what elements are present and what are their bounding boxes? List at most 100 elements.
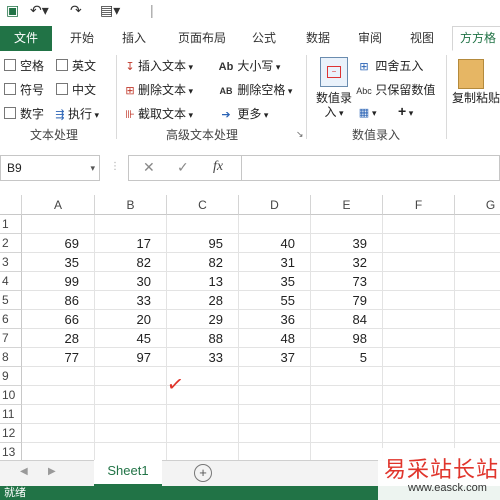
keep-values-button[interactable]: Abc 只保留数值 (356, 81, 435, 98)
tab-page-layout[interactable]: 页面布局 (168, 26, 236, 51)
row-header[interactable]: 12 (0, 424, 22, 443)
grid-cell[interactable] (455, 272, 500, 291)
undo-icon[interactable]: ↶▾ (30, 2, 49, 19)
grid-cell[interactable] (383, 386, 455, 405)
row-header[interactable]: 9 (0, 367, 22, 386)
plus-button[interactable]: + ▾ (398, 103, 413, 119)
grid-cell[interactable]: 69 (22, 234, 95, 253)
grid-cell[interactable]: 82 (95, 253, 167, 272)
grid-cell[interactable]: 20 (95, 310, 167, 329)
row-header[interactable]: 10 (0, 386, 22, 405)
grid-cell[interactable] (95, 386, 167, 405)
row-header[interactable]: 7 (0, 329, 22, 348)
grid-cell[interactable] (239, 424, 311, 443)
sheet-tab[interactable]: Sheet1 (94, 460, 162, 486)
grid-cell[interactable] (167, 424, 239, 443)
drag-handle-icon[interactable]: ⋮ (110, 161, 120, 172)
grid-cell[interactable]: 48 (239, 329, 311, 348)
grid-cell[interactable]: 73 (311, 272, 383, 291)
row-header[interactable]: 8 (0, 348, 22, 367)
grid-cell[interactable]: 28 (22, 329, 95, 348)
grid-cell[interactable]: 32 (311, 253, 383, 272)
formula-input[interactable] (242, 155, 500, 181)
dialog-launcher-icon[interactable]: ↘ (296, 129, 304, 140)
tab-fangfangge[interactable]: 方方格 (452, 26, 500, 51)
grid-cell[interactable]: 82 (167, 253, 239, 272)
grid-cell[interactable] (455, 291, 500, 310)
select-all-corner[interactable] (0, 195, 22, 215)
add-sheet-icon[interactable]: + (194, 464, 212, 482)
more-button[interactable]: ➔ 更多 ▾ (218, 105, 268, 122)
grid-cell[interactable]: 97 (95, 348, 167, 367)
grid-cell[interactable]: 98 (311, 329, 383, 348)
number-checkbox[interactable]: 数字 (4, 105, 44, 122)
column-header[interactable]: A (22, 195, 95, 215)
tab-insert[interactable]: 插入 (110, 26, 158, 51)
extract-text-button[interactable]: ⊪ 截取文本 ▾ (122, 105, 193, 122)
grid-cell[interactable]: 17 (95, 234, 167, 253)
grid-cell[interactable] (311, 215, 383, 234)
number-entry-button[interactable]: 数值录入 ▾ (312, 91, 356, 120)
english-checkbox[interactable]: 英文 (56, 57, 96, 74)
grid-cell[interactable] (455, 234, 500, 253)
grid-cell[interactable] (455, 386, 500, 405)
row-header[interactable]: 5 (0, 291, 22, 310)
grid-cell[interactable]: 88 (167, 329, 239, 348)
grid-cell[interactable] (22, 424, 95, 443)
grid-cell[interactable] (22, 405, 95, 424)
grid-cell[interactable] (22, 215, 95, 234)
name-box[interactable]: B9 ▾ (0, 155, 100, 181)
scroll-right-icon[interactable]: ▶ (48, 466, 56, 477)
grid-cell[interactable]: 33 (167, 348, 239, 367)
grid-cell[interactable]: 99 (22, 272, 95, 291)
row-header[interactable]: 2 (0, 234, 22, 253)
tab-data[interactable]: 数据 (294, 26, 342, 51)
grid-cell[interactable]: 45 (95, 329, 167, 348)
column-header[interactable]: B (95, 195, 167, 215)
row-header[interactable]: 1 (0, 215, 22, 234)
column-header[interactable]: F (383, 195, 455, 215)
grid-cell[interactable]: 39 (311, 234, 383, 253)
grid-cell[interactable] (383, 272, 455, 291)
column-header[interactable]: E (311, 195, 383, 215)
grid-cell[interactable] (239, 367, 311, 386)
grid-cell[interactable] (167, 443, 239, 460)
grid-cell[interactable]: 28 (167, 291, 239, 310)
grid-cell[interactable] (167, 405, 239, 424)
delete-text-button[interactable]: ⊞ 删除文本 ▾ (122, 81, 193, 98)
grid-cell[interactable]: 36 (239, 310, 311, 329)
grid-cell[interactable]: 35 (239, 272, 311, 291)
grid-cell[interactable]: 79 (311, 291, 383, 310)
grid-cell[interactable] (311, 443, 383, 460)
copy-paste-button[interactable]: 复制粘贴 (452, 91, 500, 105)
grid-cell[interactable]: 5 (311, 348, 383, 367)
grid-cell[interactable] (95, 443, 167, 460)
column-header[interactable]: G (455, 195, 500, 215)
grid-cell[interactable] (311, 405, 383, 424)
grid-cell[interactable]: 86 (22, 291, 95, 310)
grid-cell[interactable] (383, 329, 455, 348)
grid-cell[interactable] (455, 348, 500, 367)
space-checkbox[interactable]: 空格 (4, 57, 44, 74)
tab-formulas[interactable]: 公式 (240, 26, 288, 51)
customize-icon[interactable]: ▤▾ (100, 2, 120, 19)
grid-cell[interactable]: 35 (22, 253, 95, 272)
tab-home[interactable]: 开始 (58, 26, 106, 51)
row-header[interactable]: 11 (0, 405, 22, 424)
grid-cell[interactable]: 66 (22, 310, 95, 329)
execute-button[interactable]: ⇶ 执行 ▾ (52, 105, 99, 122)
grid-cell[interactable] (311, 386, 383, 405)
row-header[interactable]: 3 (0, 253, 22, 272)
grid-cell[interactable]: 31 (239, 253, 311, 272)
insert-function-icon[interactable]: fx (213, 159, 223, 175)
grid-cell[interactable]: 77 (22, 348, 95, 367)
grid-cell[interactable] (383, 234, 455, 253)
grid-cell[interactable] (95, 424, 167, 443)
chinese-checkbox[interactable]: 中文 (56, 81, 96, 98)
grid-cell[interactable] (239, 443, 311, 460)
tab-file[interactable]: 文件 (0, 26, 52, 51)
grid-cell[interactable] (383, 310, 455, 329)
grid-cell[interactable] (167, 215, 239, 234)
tab-review[interactable]: 审阅 (346, 26, 394, 51)
grid-cell[interactable]: 84 (311, 310, 383, 329)
